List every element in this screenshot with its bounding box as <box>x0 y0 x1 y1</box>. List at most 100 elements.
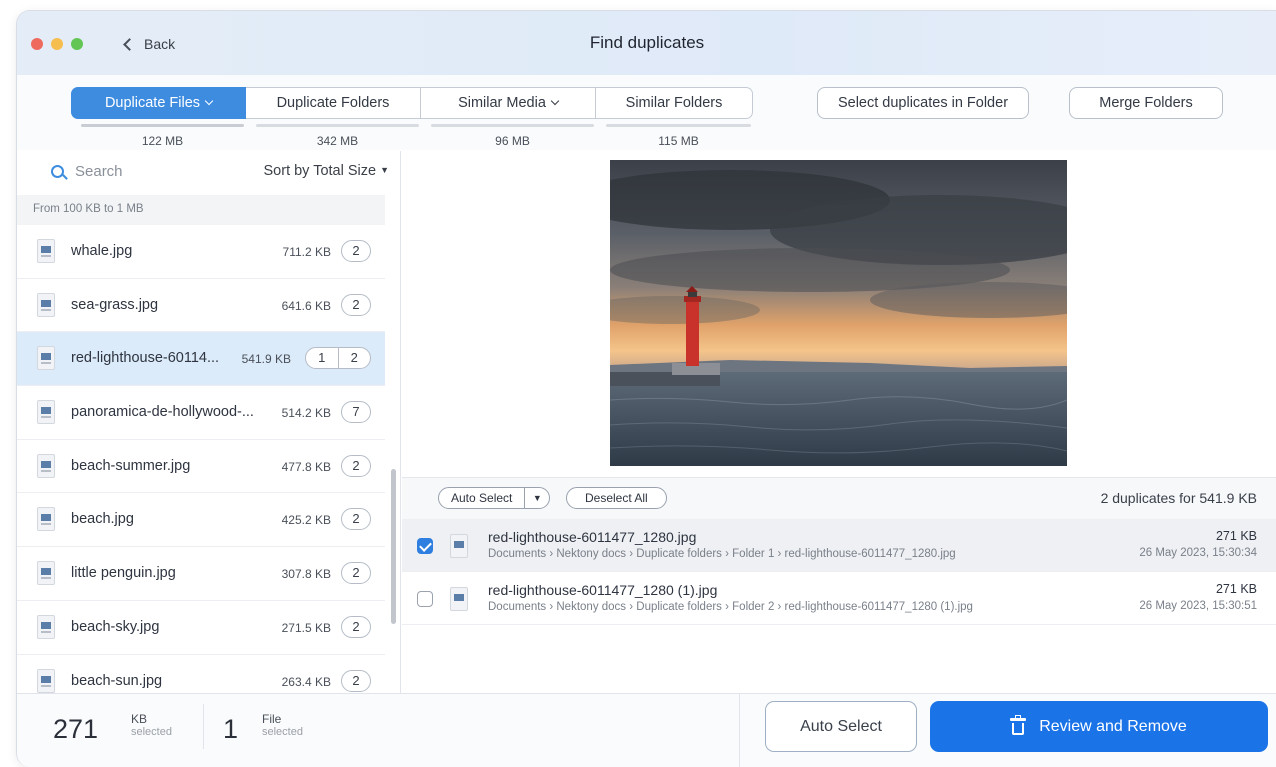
image-file-icon <box>37 668 55 693</box>
duplicate-checkbox[interactable] <box>417 591 433 607</box>
selected-size-unit: KB selected <box>131 713 172 739</box>
file-size: 307.8 KB <box>281 567 331 582</box>
tab-similar-folders[interactable]: Similar Folders <box>596 87 753 119</box>
image-file-icon <box>37 507 55 532</box>
image-file-icon <box>37 453 55 478</box>
select-duplicates-in-folder-button[interactable]: Select duplicates in Folder <box>817 87 1029 119</box>
file-size: 641.6 KB <box>281 298 331 313</box>
list-item[interactable]: beach-summer.jpg 477.8 KB 2 <box>17 440 385 494</box>
image-preview <box>610 160 1067 466</box>
divider <box>203 704 204 749</box>
image-file-icon <box>37 400 55 425</box>
deselect-all-button[interactable]: Deselect All <box>566 487 667 509</box>
review-and-remove-button[interactable]: Review and Remove <box>930 701 1268 752</box>
search-input[interactable]: Search <box>75 163 123 180</box>
file-name: beach.jpg <box>71 511 134 528</box>
files-unit-label: File <box>262 712 282 726</box>
file-size: 711.2 KB <box>282 245 331 259</box>
selected-files-unit: File selected <box>262 713 303 739</box>
size-unit-label: KB <box>131 712 148 726</box>
list-item[interactable]: panoramica-de-hollywood-... 514.2 KB 7 <box>17 386 385 440</box>
tab-label: Similar Folders <box>625 95 723 111</box>
image-file-icon <box>37 346 55 371</box>
file-name: red-lighthouse-60114... <box>71 350 220 367</box>
table-row[interactable]: red-lighthouse-6011477_1280 (1).jpg Docu… <box>402 572 1276 625</box>
file-size: 263.4 KB <box>281 674 331 689</box>
app-window: Back Find duplicates Duplicate Files Dup… <box>16 10 1276 767</box>
image-file-icon <box>37 239 55 263</box>
size-indicator-similar-media: 96 MB <box>425 124 600 148</box>
list-item[interactable]: beach-sun.jpg 263.4 KB 2 <box>17 655 385 694</box>
file-size: 477.8 KB <box>281 459 331 474</box>
tab-duplicate-files[interactable]: Duplicate Files <box>71 87 246 119</box>
file-size: 541.9 KB <box>241 352 291 367</box>
duplicate-count-badge: 2 <box>341 508 371 531</box>
file-name: panoramica-de-hollywood-... <box>71 404 254 421</box>
duplicate-count-badge: 2 <box>341 669 371 692</box>
total-count: 2 <box>350 350 358 366</box>
tab-label: Similar Media <box>458 95 546 111</box>
duplicate-file-path: Documents › Nektony docs › Duplicate fol… <box>488 548 956 560</box>
caret-down-icon: ▼ <box>380 165 389 175</box>
sort-dropdown[interactable]: Sort by Total Size ▼ <box>264 163 390 179</box>
duplicate-file-name: red-lighthouse-6011477_1280.jpg <box>488 529 697 545</box>
tab-duplicate-folders[interactable]: Duplicate Folders <box>246 87 421 119</box>
size-indicator-duplicate-files: 122 MB <box>75 124 250 148</box>
table-row[interactable]: red-lighthouse-6011477_1280.jpg Document… <box>402 519 1276 572</box>
file-name: whale.jpg <box>71 243 133 259</box>
search-row: Search Sort by Total Size ▼ <box>17 151 400 195</box>
list-item[interactable]: sea-grass.jpg 641.6 KB 2 <box>17 279 385 333</box>
size-caption: selected <box>131 726 172 738</box>
list-item[interactable]: little penguin.jpg 307.8 KB 2 <box>17 547 385 601</box>
file-name: beach-sun.jpg <box>71 672 163 689</box>
auto-select-button[interactable]: Auto Select <box>439 488 526 508</box>
chevron-down-icon <box>204 96 214 106</box>
chevron-down-icon <box>550 96 560 106</box>
size-group-header: From 100 KB to 1 MB <box>17 195 385 225</box>
tab-similar-media[interactable]: Similar Media <box>421 87 596 119</box>
file-name: beach-sky.jpg <box>71 618 160 635</box>
image-file-icon <box>450 587 468 611</box>
file-sidebar: Search Sort by Total Size ▼ From 100 KB t… <box>17 151 401 693</box>
window-title: Find duplicates <box>589 33 705 52</box>
tab-label: Duplicate Folders <box>276 95 390 111</box>
file-name: beach-summer.jpg <box>71 457 191 474</box>
list-item[interactable]: whale.jpg 711.2 KB 2 <box>17 225 385 279</box>
file-list: whale.jpg 711.2 KB 2 sea-grass.jpg 641.6… <box>17 225 385 693</box>
list-item[interactable]: beach-sky.jpg 271.5 KB 2 <box>17 601 385 655</box>
selected-count: 1 <box>306 348 339 369</box>
duplicate-file-date: 26 May 2023, 15:30:51 <box>1139 600 1257 612</box>
tab-size-indicators: 122 MB 342 MB 96 MB 115 MB <box>75 124 757 148</box>
duplicate-count-badge: 1 2 <box>305 347 371 370</box>
trash-icon <box>1010 715 1027 735</box>
duplicates-action-bar: Auto Select ▼ Deselect All 2 duplicates … <box>402 477 1276 519</box>
file-name: little penguin.jpg <box>71 565 176 582</box>
duplicates-list: red-lighthouse-6011477_1280.jpg Document… <box>402 519 1276 625</box>
merge-folders-button[interactable]: Merge Folders <box>1069 87 1223 119</box>
selected-files-value: 1 <box>223 714 239 744</box>
sort-label: Sort by Total Size <box>263 163 377 179</box>
review-and-remove-label: Review and Remove <box>1039 717 1187 735</box>
duplicate-file-size: 271 KB <box>1215 529 1257 543</box>
list-item[interactable]: beach.jpg 425.2 KB 2 <box>17 493 385 548</box>
auto-select-footer-button[interactable]: Auto Select <box>765 701 917 752</box>
sidebar-scrollbar[interactable] <box>391 469 396 624</box>
duplicate-count-badge: 2 <box>341 240 371 262</box>
search-icon <box>51 165 64 178</box>
files-caption: selected <box>262 726 303 738</box>
footer-bar: 271 KB selected 1 File selected Auto Sel… <box>17 693 1276 767</box>
duplicate-file-name: red-lighthouse-6011477_1280 (1).jpg <box>488 582 718 598</box>
duplicate-file-date: 26 May 2023, 15:30:34 <box>1139 547 1257 559</box>
duplicate-checkbox[interactable] <box>417 538 433 554</box>
title-bar: Back Find duplicates <box>17 11 1276 75</box>
preview-area <box>402 151 1276 477</box>
lighthouse-photo <box>610 160 1067 466</box>
selected-size-value: 271 <box>53 714 99 744</box>
auto-select-options-icon[interactable]: ▼ <box>525 488 549 508</box>
file-name: sea-grass.jpg <box>71 296 159 313</box>
list-item-selected[interactable]: red-lighthouse-60114... 541.9 KB 1 2 <box>17 332 385 387</box>
duplicate-file-size: 271 KB <box>1215 582 1257 596</box>
auto-select-split-button: Auto Select ▼ <box>438 487 551 509</box>
duplicate-count-badge: 2 <box>341 562 371 585</box>
image-file-icon <box>37 614 55 639</box>
